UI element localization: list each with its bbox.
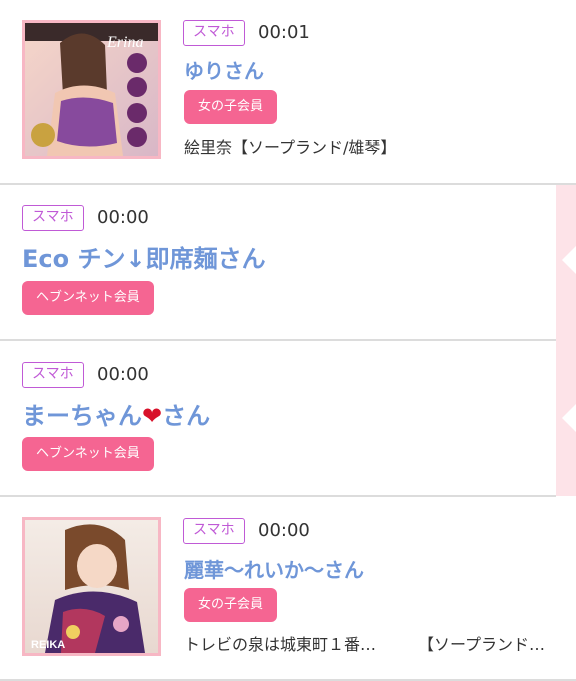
timestamp: 00:01 [258, 22, 310, 43]
device-badge: スマホ [22, 362, 84, 388]
profile-thumbnail[interactable]: REIKA [22, 517, 161, 656]
side-tab-notch-icon [562, 404, 576, 432]
woman-photo-icon: Erina [25, 23, 158, 156]
timestamp: 00:00 [258, 520, 310, 541]
shop-link[interactable]: 絵里奈【ソープランド/雄琴】 [184, 134, 396, 158]
svg-text:Erina: Erina [106, 34, 143, 51]
user-name-text: まーちゃん [22, 402, 142, 430]
user-name[interactable]: Eco チン↓即席麺さん [22, 239, 266, 274]
timestamp: 00:00 [97, 364, 149, 385]
heart-icon: ❤ [142, 402, 163, 430]
timestamp: 00:00 [97, 207, 149, 228]
list-item[interactable]: スマホ 00:00 まーちゃん❤さん ヘブンネット会員 [0, 341, 556, 497]
side-tab-notch-icon [562, 246, 576, 274]
user-name[interactable]: まーちゃん❤さん [22, 396, 210, 431]
member-type-badge: ヘブンネット会員 [22, 437, 154, 471]
user-name[interactable]: ゆりさん [184, 55, 264, 84]
side-tab-strip[interactable] [556, 183, 576, 496]
device-badge: スマホ [183, 518, 245, 544]
profile-thumbnail[interactable]: Erina [22, 20, 161, 159]
list-item[interactable]: スマホ 00:00 Eco チン↓即席麺さん ヘブンネット会員 [0, 185, 556, 341]
shop-link[interactable]: トレビの泉は城東町１番… [184, 631, 376, 655]
shop-category[interactable]: 【ソープランド… [418, 631, 545, 655]
member-type-badge: 女の子会員 [184, 588, 278, 622]
list-item[interactable]: REIKA スマホ 00:00 麗華〜れいか〜さん 女の子会員 トレビの泉は城東… [0, 497, 576, 681]
member-type-badge: 女の子会員 [184, 90, 278, 124]
member-type-badge: ヘブンネット会員 [22, 281, 154, 315]
woman-photo-icon: REIKA [25, 520, 158, 653]
list-item[interactable]: Erina スマホ 00:01 ゆりさん 女の子会員 絵里奈【ソープランド/雄琴… [0, 0, 576, 185]
device-badge: スマホ [22, 205, 84, 231]
device-badge: スマホ [183, 20, 245, 46]
svg-text:REIKA: REIKA [31, 639, 65, 651]
user-name[interactable]: 麗華〜れいか〜さん [184, 554, 364, 583]
user-name-suffix: さん [162, 402, 211, 430]
